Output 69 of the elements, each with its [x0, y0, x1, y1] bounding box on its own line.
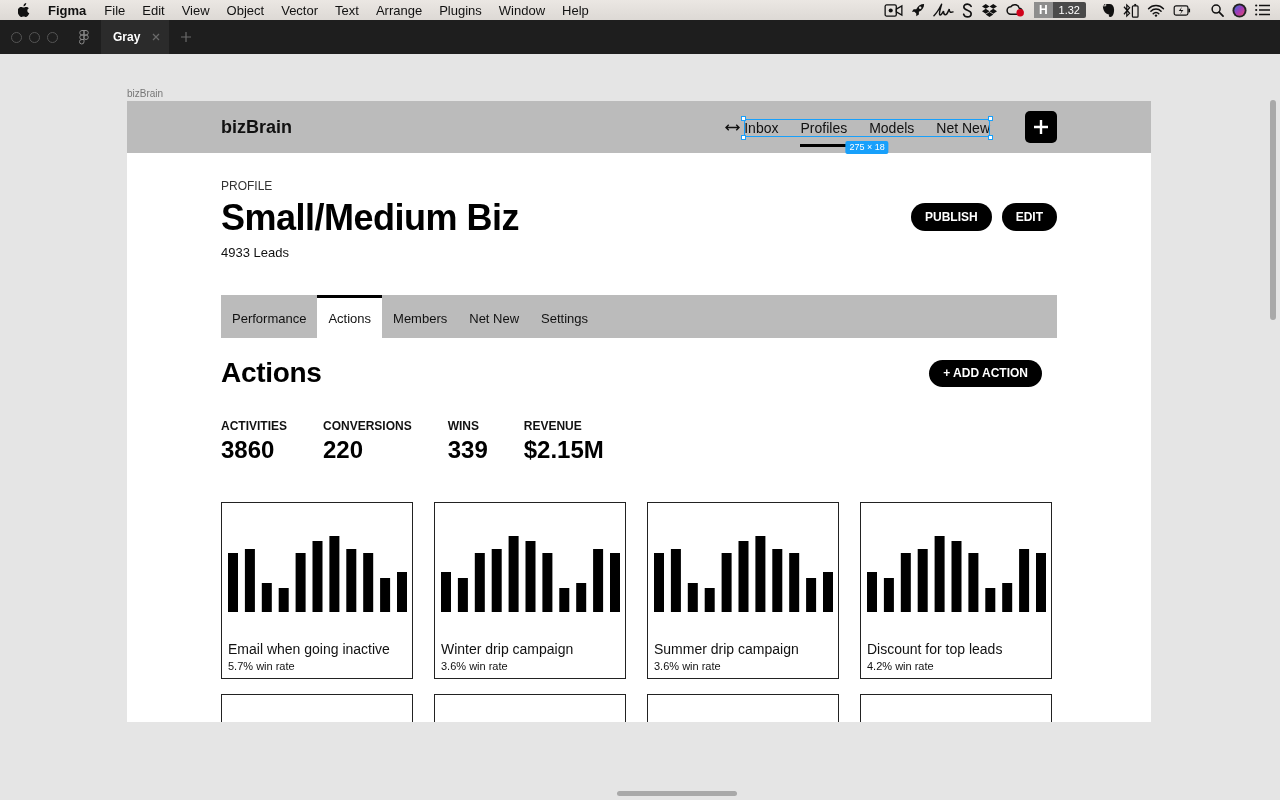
wifi-icon[interactable]	[1147, 3, 1165, 17]
close-icon[interactable]	[152, 33, 161, 41]
add-action-button[interactable]: + ADD ACTION	[929, 359, 1042, 387]
frame-label[interactable]: bizBrain	[127, 88, 164, 100]
stat-value: 220	[323, 436, 364, 464]
list-icon[interactable]	[1255, 4, 1270, 16]
section-tab[interactable]: Members	[382, 295, 459, 338]
menu-item[interactable]: Object	[226, 2, 265, 18]
win-rate: 3.6% win rate	[441, 659, 508, 673]
orb-icon[interactable]	[1232, 2, 1247, 18]
stat-label: WINS	[447, 420, 480, 433]
scrollbar[interactable]	[617, 791, 737, 796]
elephant-icon[interactable]	[1102, 2, 1115, 18]
stat-value: 339	[447, 436, 488, 464]
video-camera-icon[interactable]	[883, 3, 903, 17]
menu-item[interactable]: File	[104, 2, 126, 18]
action-button[interactable]: PUBLISH	[911, 203, 992, 231]
resize-cursor-icon	[725, 123, 741, 132]
app-menu[interactable]: Figma	[48, 2, 87, 18]
win-rate: 3.6% win rate	[654, 659, 721, 673]
card-title: Summer drip campaign	[654, 640, 799, 658]
plus-icon	[1034, 120, 1048, 134]
add-button[interactable]	[1025, 111, 1057, 143]
s-logo-icon[interactable]	[961, 2, 973, 18]
bluetooth-battery-icon[interactable]	[1123, 2, 1139, 18]
box-logo-icon[interactable]	[980, 2, 998, 18]
menu-item[interactable]: Plugins	[439, 2, 482, 18]
document-tab[interactable]: Gray	[101, 20, 170, 54]
selection-outline[interactable]	[741, 116, 993, 140]
badge-value[interactable]: 1.32	[1052, 2, 1086, 18]
section-tab[interactable]: Actions	[317, 295, 383, 338]
size-label: 275 × 18	[845, 141, 889, 154]
card-title: Discount for top leads	[867, 640, 1003, 658]
win-rate: 4.2% win rate	[867, 659, 934, 673]
stat-label: ACTIVITIES	[221, 420, 287, 433]
stat-label: REVENUE	[523, 420, 582, 433]
eyebrow-label: PROFILE	[221, 179, 273, 193]
menu-item[interactable]: Edit	[142, 2, 165, 18]
win-rate: 5.7% win rate	[228, 659, 295, 673]
menu-item[interactable]: Help	[562, 2, 589, 18]
logo-text[interactable]: bizBrain	[221, 101, 292, 153]
stat-value: 3860	[221, 436, 275, 464]
card-title: Email when going inactive	[228, 640, 390, 658]
scrollbar[interactable]	[1270, 100, 1276, 320]
plus-icon[interactable]	[181, 32, 192, 42]
cloud-icon[interactable]	[1005, 3, 1025, 17]
apple-icon[interactable]	[18, 3, 30, 17]
menu-item[interactable]: View	[181, 2, 210, 18]
battery-icon[interactable]	[1173, 4, 1191, 16]
section-title: Actions	[221, 358, 322, 388]
section-tab[interactable]: Settings	[530, 295, 600, 338]
action-button[interactable]: EDIT	[1001, 203, 1057, 231]
leads-count: 4933 Leads	[221, 245, 289, 261]
nav-link[interactable]: Inbox	[744, 101, 779, 147]
menu-item[interactable]: Text	[335, 2, 359, 18]
section-tab[interactable]: Net New	[458, 295, 531, 338]
stat-label: CONVERSIONS	[323, 420, 412, 433]
menu-item[interactable]: Arrange	[375, 2, 423, 18]
app-logo-icon[interactable]	[79, 29, 89, 45]
rocket-icon[interactable]	[910, 3, 925, 17]
stat-value: $2.15M	[523, 436, 604, 464]
search-icon[interactable]	[1211, 3, 1224, 17]
signature-icon[interactable]	[932, 3, 954, 17]
profile-title: Small/Medium Biz	[221, 197, 520, 239]
menu-item[interactable]: Window	[498, 2, 546, 18]
menu-item[interactable]: Vector	[281, 2, 319, 18]
section-tab[interactable]: Performance	[221, 295, 318, 338]
card-title: Winter drip campaign	[441, 640, 574, 658]
nav-link[interactable]: Net New	[936, 101, 990, 147]
